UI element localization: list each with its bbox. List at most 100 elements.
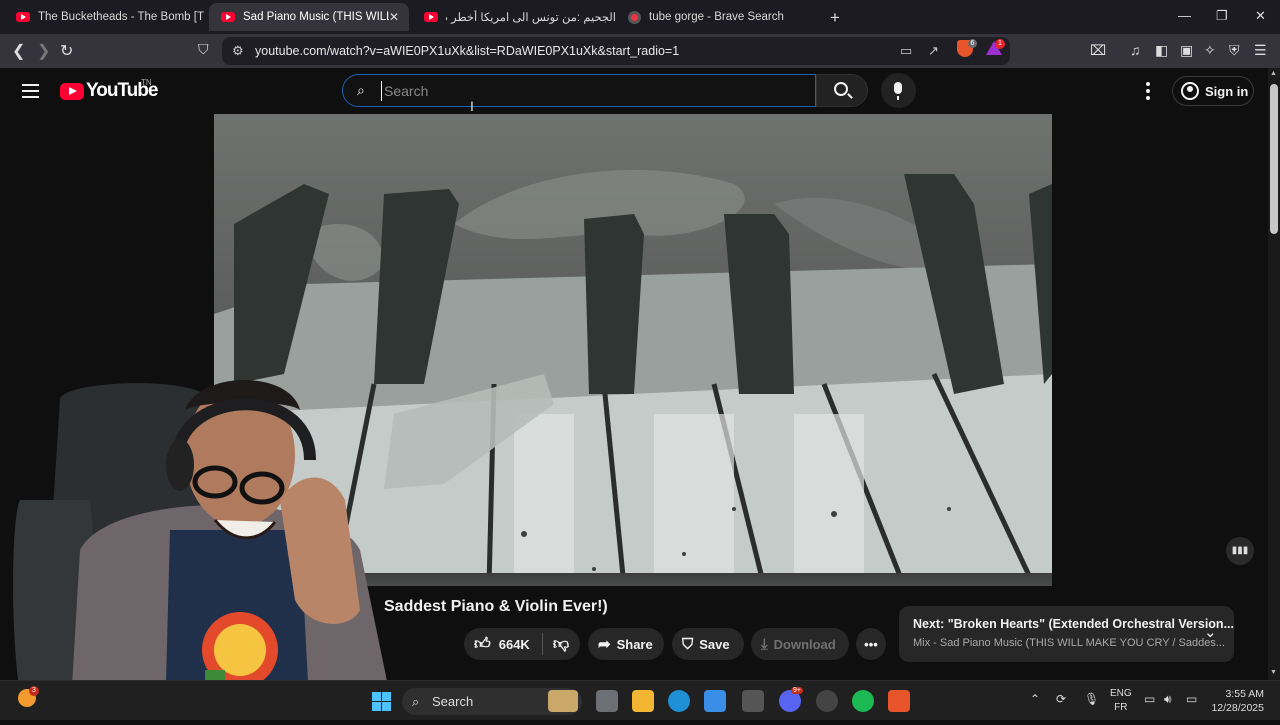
edge-icon[interactable] (668, 690, 690, 712)
taskbar-search-label: Search (432, 694, 474, 709)
shields-count-badge: 6 (968, 39, 977, 48)
music-icon[interactable]: ♫ (1130, 42, 1141, 58)
system-clock[interactable]: 3:55 AM 12/28/2025 (1208, 687, 1264, 715)
next-up-card[interactable]: Next: "Broken Hearts" (Extended Orchestr… (899, 606, 1234, 662)
windows-taskbar: 3 ⌕ Search 9+ ⌃ ⟳ 🎙︎ ENG FR ▭ 🔊︎ ▭ 3:55 … (0, 680, 1280, 720)
leo-ai-icon[interactable]: ✧ (1204, 42, 1216, 59)
search-box[interactable]: ⌕ (342, 74, 816, 107)
country-code: TN (141, 78, 152, 87)
tab-brave-search[interactable]: tube gorge - Brave Search (616, 3, 816, 31)
address-bar[interactable]: ⚙ youtube.com/watch?v=aWIE0PX1uXk&list=R… (222, 37, 1010, 65)
brave-browser-icon[interactable] (888, 690, 910, 712)
sidebar-icon[interactable]: ◧ (1155, 42, 1168, 59)
dislike-icon[interactable]: 👎︎ (553, 635, 569, 654)
store-icon[interactable] (704, 690, 726, 712)
network-icon[interactable]: ▭ (1144, 692, 1155, 706)
cast-icon[interactable]: ▭ (900, 43, 912, 59)
vpn-icon[interactable]: ⛨ (1229, 42, 1240, 59)
search-highlight-icon[interactable] (548, 690, 578, 712)
forward-icon[interactable]: ❯ (37, 41, 50, 61)
language-code: ENG (1110, 688, 1132, 699)
ambient-mode-icon[interactable]: ▮▮▮ (1226, 537, 1254, 565)
maximize-button[interactable]: ❐ (1216, 8, 1228, 24)
new-tab-button[interactable]: + (830, 8, 840, 28)
task-view-icon[interactable] (596, 690, 618, 712)
tab-title: The Bucketheads - The Bomb [These (38, 11, 204, 23)
chevron-down-icon[interactable]: ⌄ (1204, 623, 1217, 641)
discord-badge: 9+ (791, 687, 803, 694)
clock-date: 12/28/2025 (1211, 702, 1264, 714)
url-text[interactable]: youtube.com/watch?v=aWIE0PX1uXk&list=RDa… (255, 44, 679, 58)
tab-title: Sad Piano Music (THIS WILL MAKE (243, 11, 389, 23)
like-dislike-group: 👍︎ 664K 👎︎ (464, 628, 580, 660)
browser-menu-icon[interactable]: ☰ (1254, 42, 1267, 59)
youtube-favicon-icon (221, 12, 235, 22)
share-button[interactable]: ➦ Share (588, 628, 664, 660)
tab-title: tube gorge - Brave Search (649, 11, 784, 23)
tab-buckethead[interactable]: The Bucketheads - The Bomb [These (4, 3, 204, 31)
youtube-logo-icon[interactable] (60, 83, 84, 100)
youtube-favicon-icon (424, 12, 438, 22)
tab-arabic-video[interactable]: الجحيم :من تونس الى امريكا أخطر طريق (412, 3, 616, 31)
share-label: Share (616, 636, 653, 652)
reload-icon[interactable]: ↻ (60, 41, 73, 61)
spotify-icon[interactable] (852, 690, 874, 712)
more-actions-button[interactable]: ••• (856, 628, 886, 660)
guide-menu-icon[interactable] (22, 84, 39, 98)
sync-icon[interactable]: ⟳ (1056, 692, 1066, 706)
streamer-webcam-image (13, 380, 395, 720)
screenshot-icon[interactable]: ⌧ (1090, 42, 1106, 59)
app-icon[interactable] (742, 690, 764, 712)
account-icon (1181, 82, 1199, 100)
sign-in-button[interactable]: Sign in (1172, 76, 1254, 106)
volume-icon[interactable]: 🔊︎ (1164, 692, 1172, 707)
tab-sad-piano[interactable]: Sad Piano Music (THIS WILL MAKE ✕ (209, 3, 409, 31)
site-settings-icon[interactable]: ⚙ (232, 43, 244, 59)
minimize-button[interactable]: — (1178, 8, 1191, 23)
voice-search-button[interactable] (881, 73, 916, 108)
search-input[interactable] (381, 81, 781, 101)
text-cursor-icon: I (470, 98, 474, 114)
scroll-up-arrow-icon[interactable]: ▲ (1270, 70, 1277, 77)
tray-overflow-chevron-icon[interactable]: ⌃ (1030, 692, 1040, 706)
language-indicator[interactable]: ENG FR (1110, 687, 1132, 715)
clock-time: 3:55 AM (1225, 688, 1264, 700)
search-icon: ⌕ (357, 82, 365, 98)
share-arrow-icon: ➦ (598, 636, 611, 653)
settings-more-icon[interactable] (1146, 82, 1150, 103)
battery-icon[interactable]: ▭ (1186, 692, 1197, 706)
sign-in-label: Sign in (1205, 83, 1249, 99)
youtube-favicon-icon (16, 12, 30, 22)
tab-close-icon[interactable]: ✕ (389, 10, 399, 24)
file-explorer-icon[interactable] (632, 690, 654, 712)
start-button-icon[interactable] (372, 692, 391, 711)
rewards-count-badge: 1 (995, 39, 1005, 49)
bookmark-icon[interactable]: ⛉ (198, 41, 209, 58)
like-icon[interactable]: 👍︎ (474, 635, 491, 654)
window-close-button[interactable]: ✕ (1255, 8, 1266, 24)
keyboard-layout: FR (1114, 702, 1128, 713)
webcam-overlay (0, 370, 400, 720)
video-title: Saddest Piano & Violin Ever!) (384, 598, 608, 615)
more-dots-icon: ••• (864, 636, 878, 652)
like-count[interactable]: 664K (499, 637, 530, 652)
microphone-tray-icon[interactable]: 🎙︎ (1084, 692, 1099, 706)
microphone-icon (894, 82, 902, 100)
youtube-header: YouTube TN ⌕ Sign in (0, 68, 1268, 114)
tab-title: الجحيم :من تونس الى امريكا أخطر طريق (446, 12, 616, 24)
save-button[interactable]: ⛉ Save (672, 628, 744, 660)
wallet-icon[interactable]: ▣ (1180, 42, 1193, 59)
share-page-icon[interactable]: ↗ (928, 43, 939, 59)
weather-badge: 3 (29, 686, 39, 696)
brave-search-favicon-icon (628, 10, 641, 24)
scroll-down-arrow-icon[interactable]: ▼ (1270, 669, 1277, 676)
obs-icon[interactable] (816, 690, 838, 712)
search-icon: ⌕ (412, 694, 420, 709)
scrollbar-thumb[interactable] (1270, 84, 1278, 234)
download-button[interactable]: ⤓ Download (751, 628, 849, 660)
back-icon[interactable]: ❮ (12, 41, 25, 61)
search-icon (834, 82, 848, 96)
browser-toolbar: ❮ ❯ ↻ ⛉ ⚙ youtube.com/watch?v=aWIE0PX1uX… (0, 34, 1280, 68)
search-button[interactable] (816, 74, 868, 107)
like-divider (541, 633, 543, 655)
